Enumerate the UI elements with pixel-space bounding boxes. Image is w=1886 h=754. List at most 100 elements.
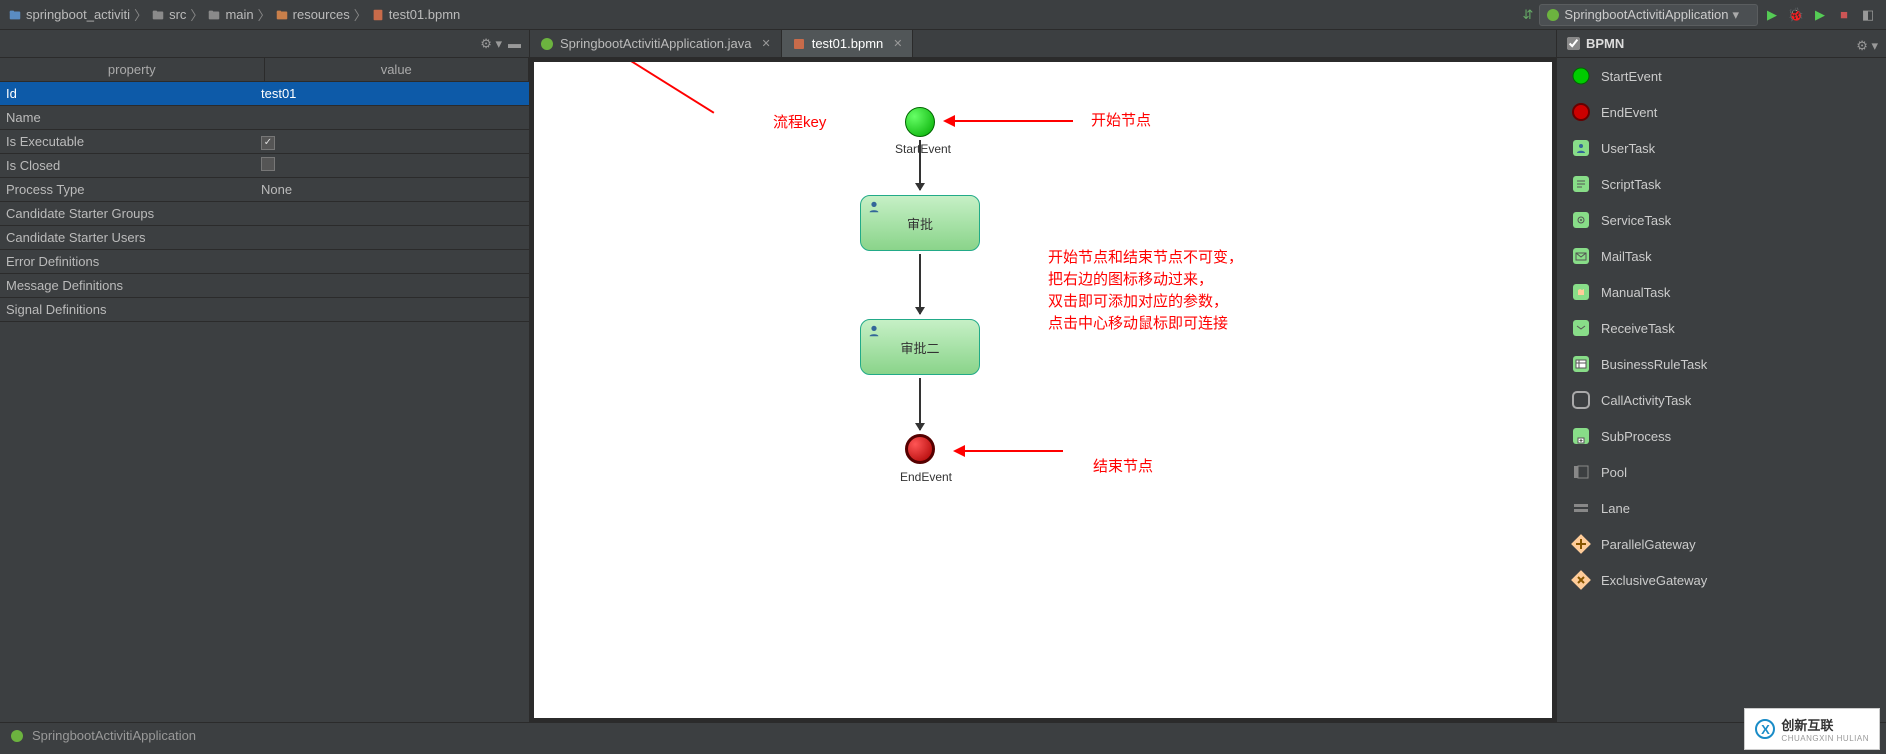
palette-item-receivetask[interactable]: ReceiveTask: [1557, 310, 1886, 346]
prop-name: Error Definitions: [0, 254, 255, 269]
properties-panel: ⚙ ▾ ▬ property value Idtest01NameIs Exec…: [0, 30, 530, 722]
prop-row-name[interactable]: Name: [0, 106, 529, 130]
prop-row-candidate-starter-groups[interactable]: Candidate Starter Groups: [0, 202, 529, 226]
crumb-main[interactable]: main: [207, 7, 253, 22]
end-event[interactable]: [905, 434, 935, 464]
palette-item-label: UserTask: [1601, 141, 1655, 156]
palette-item-label: Lane: [1601, 501, 1630, 516]
palette-item-pool[interactable]: Pool: [1557, 454, 1886, 490]
mail-icon: [1571, 246, 1591, 266]
palette-item-subprocess[interactable]: SubProcess: [1557, 418, 1886, 454]
prop-value[interactable]: ✓: [255, 133, 529, 150]
user-task-1[interactable]: 审批: [860, 195, 980, 251]
status-bar: SpringbootActivitiApplication: [0, 722, 1886, 748]
coverage-icon[interactable]: ▶: [1812, 7, 1828, 23]
flow-1[interactable]: [919, 140, 921, 190]
palette-item-scripttask[interactable]: ScriptTask: [1557, 166, 1886, 202]
palette-item-mailtask[interactable]: MailTask: [1557, 238, 1886, 274]
prop-row-error-definitions[interactable]: Error Definitions: [0, 250, 529, 274]
chevron-down-icon: ▾: [1732, 7, 1739, 23]
palette-item-servicetask[interactable]: ServiceTask: [1557, 202, 1886, 238]
end-event-label: EndEvent: [896, 470, 956, 484]
crumb-sep: 〉: [190, 5, 203, 24]
arrow-key: [612, 62, 715, 114]
palette-item-label: ScriptTask: [1601, 177, 1661, 192]
start-event[interactable]: [905, 107, 935, 137]
canvas[interactable]: 流程key StartEvent 开始节点 审批 审批二: [534, 62, 1552, 718]
module-icon: [8, 8, 22, 22]
prop-value[interactable]: test01: [255, 86, 529, 101]
stop-icon[interactable]: ■: [1836, 7, 1852, 23]
palette-item-startevent[interactable]: StartEvent: [1557, 58, 1886, 94]
breadcrumb: springboot_activiti 〉 src 〉 main 〉 resou…: [0, 5, 1513, 24]
user-task-2[interactable]: 审批二: [860, 319, 980, 375]
crumb-resources[interactable]: resources: [275, 7, 350, 22]
lane-icon: [1571, 498, 1591, 518]
prop-value[interactable]: None: [255, 182, 529, 197]
close-icon[interactable]: ✕: [762, 37, 771, 50]
palette-item-label: SubProcess: [1601, 429, 1671, 444]
prop-row-message-definitions[interactable]: Message Definitions: [0, 274, 529, 298]
editor-gear-icon[interactable]: ⚙ ▾: [1856, 38, 1878, 54]
prop-value[interactable]: [255, 157, 529, 174]
watermark: X 创新互联 CHUANGXIN HULIAN: [1744, 708, 1880, 750]
gear-icon[interactable]: ⚙ ▾: [480, 36, 502, 52]
start-event-label: StartEvent: [893, 142, 953, 156]
bpmn-icon: [371, 8, 385, 22]
prop-row-is-executable[interactable]: Is Executable ✓: [0, 130, 529, 154]
crumb-file[interactable]: test01.bpmn: [371, 7, 461, 22]
script-icon: [1571, 174, 1591, 194]
tab-bpmn[interactable]: test01.bpmn ✕: [782, 30, 914, 57]
checkbox[interactable]: [261, 157, 275, 171]
crumb-module[interactable]: springboot_activiti: [8, 7, 130, 22]
pool-icon: [1571, 462, 1591, 482]
palette-item-manualtask[interactable]: ManualTask: [1557, 274, 1886, 310]
panel-toolbar: ⚙ ▾ ▬: [0, 30, 529, 58]
prop-row-candidate-starter-users[interactable]: Candidate Starter Users: [0, 226, 529, 250]
tab-label: SpringbootActivitiApplication.java: [560, 36, 752, 51]
tab-java[interactable]: SpringbootActivitiApplication.java ✕: [530, 30, 782, 57]
checkbox[interactable]: ✓: [261, 136, 275, 150]
flow-3[interactable]: [919, 378, 921, 430]
note-key: 流程key: [773, 112, 826, 134]
prop-name: Is Executable: [0, 134, 255, 149]
run-config-label: SpringbootActivitiApplication: [1564, 7, 1728, 22]
hide-icon[interactable]: ▬: [508, 36, 521, 51]
debug-icon[interactable]: 🐞: [1788, 7, 1804, 23]
palette-item-usertask[interactable]: UserTask: [1557, 130, 1886, 166]
prop-row-is-closed[interactable]: Is Closed: [0, 154, 529, 178]
palette: BPMN StartEvent EndEvent UserTask ScriptTas…: [1556, 30, 1886, 722]
palette-item-businessruletask[interactable]: BusinessRuleTask: [1557, 346, 1886, 382]
palette-header[interactable]: BPMN: [1557, 30, 1886, 58]
crumb-label: main: [225, 7, 253, 22]
watermark-brand: 创新互联: [1781, 715, 1869, 734]
sub-icon: [1571, 426, 1591, 446]
note-start: 开始节点: [1091, 110, 1151, 132]
status-text: SpringbootActivitiApplication: [32, 728, 196, 743]
palette-item-lane[interactable]: Lane: [1557, 490, 1886, 526]
parallel-icon: [1571, 534, 1591, 554]
prop-row-id[interactable]: Idtest01: [0, 82, 529, 106]
crumb-src[interactable]: src: [151, 7, 186, 22]
prop-row-process-type[interactable]: Process TypeNone: [0, 178, 529, 202]
palette-item-label: BusinessRuleTask: [1601, 357, 1707, 372]
palette-item-callactivitytask[interactable]: CallActivityTask: [1557, 382, 1886, 418]
note-end: 结束节点: [1093, 456, 1153, 478]
flow-2[interactable]: [919, 254, 921, 314]
update-icon[interactable]: ⇵: [1523, 7, 1534, 23]
palette-item-parallelgateway[interactable]: ParallelGateway: [1557, 526, 1886, 562]
palette-checkbox[interactable]: [1567, 37, 1580, 50]
prop-name: Id: [0, 86, 255, 101]
watermark-sub: CHUANGXIN HULIAN: [1781, 734, 1869, 743]
prop-row-signal-definitions[interactable]: Signal Definitions: [0, 298, 529, 322]
layout-icon[interactable]: ◧: [1860, 7, 1876, 23]
run-icon[interactable]: ▶: [1764, 7, 1780, 23]
run-config-select[interactable]: SpringbootActivitiApplication ▾: [1539, 4, 1758, 26]
close-icon[interactable]: ✕: [893, 37, 902, 50]
palette-item-endevent[interactable]: EndEvent: [1557, 94, 1886, 130]
palette-item-exclusivegateway[interactable]: ExclusiveGateway: [1557, 562, 1886, 598]
palette-item-label: StartEvent: [1601, 69, 1662, 84]
crumb-sep: 〉: [258, 5, 271, 24]
editor-area: SpringbootActivitiApplication.java ✕ tes…: [530, 30, 1556, 722]
receive-icon: [1571, 318, 1591, 338]
